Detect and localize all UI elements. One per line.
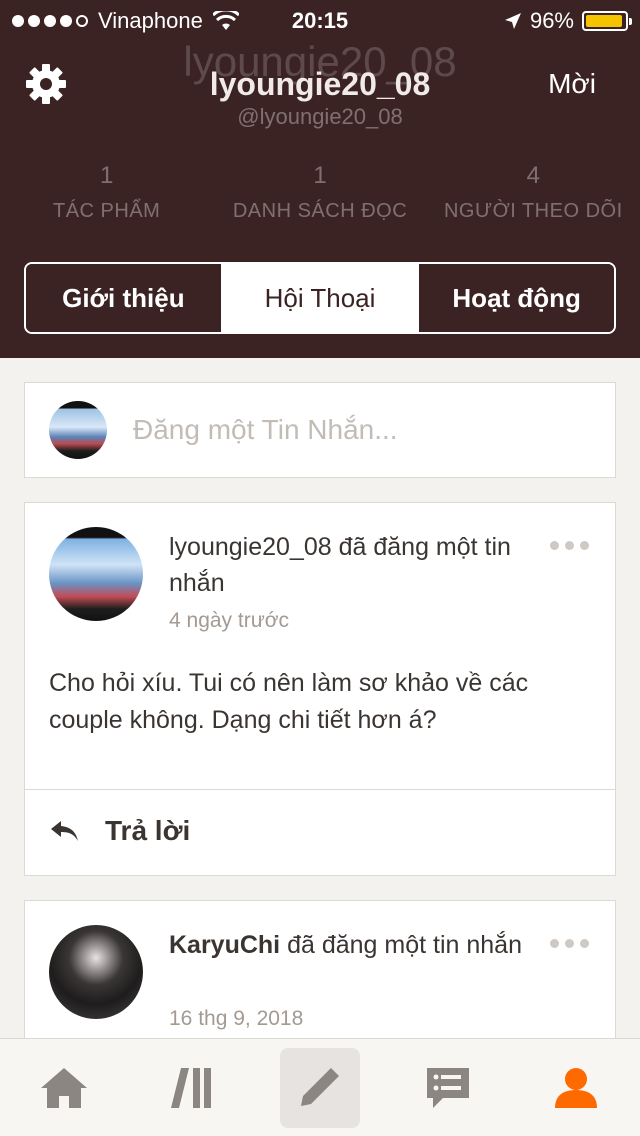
stat-label: DANH SÁCH ĐỌC xyxy=(232,200,408,222)
profile-icon xyxy=(555,1067,597,1108)
nav-profile[interactable] xyxy=(536,1048,616,1128)
profile-username: lyoungie20_08 xyxy=(209,66,431,102)
status-bar: Vinaphone 20:15 96% xyxy=(0,0,640,40)
location-icon xyxy=(504,13,521,29)
compose-box[interactable] xyxy=(24,382,616,478)
more-options-icon[interactable] xyxy=(550,939,589,948)
post-header: KaryuChi đã đăng một tin nhắn xyxy=(169,927,539,963)
post-time: 16 thg 9, 2018 xyxy=(169,1007,304,1030)
message-card: lyoungie20_08 đã đăng một tin nhắn 4 ngà… xyxy=(24,502,616,876)
messages-icon xyxy=(427,1067,469,1108)
profile-stats: 1 TÁC PHẨM 1 DANH SÁCH ĐỌC 4 NGƯỜI THEO … xyxy=(0,162,640,223)
profile-header: Vinaphone 20:15 96% lyoungie20_08 lyoung… xyxy=(0,0,640,358)
profile-tabs: Giới thiệu Hội Thoại Hoạt động xyxy=(24,262,616,334)
profile-handle: @lyoungie20_08 xyxy=(237,104,403,129)
stat-works[interactable]: 1 TÁC PHẨM xyxy=(0,162,213,223)
stat-label: NGƯỜI THEO DÕI xyxy=(443,200,623,222)
post-time: 4 ngày trước xyxy=(169,609,290,632)
home-icon xyxy=(41,1067,87,1108)
stat-value: 1 xyxy=(99,162,114,189)
invite-button[interactable]: Mời xyxy=(548,68,596,100)
write-icon xyxy=(301,1067,339,1106)
tab-about[interactable]: Giới thiệu xyxy=(26,264,221,332)
post-author[interactable]: lyoungie20_08 xyxy=(169,533,332,561)
bottom-nav xyxy=(0,1038,640,1136)
library-icon xyxy=(171,1067,211,1108)
status-right: 96% xyxy=(504,8,632,34)
divider xyxy=(25,789,615,790)
more-options-icon[interactable] xyxy=(550,541,589,550)
battery-icon xyxy=(582,11,632,31)
reply-label: Trả lời xyxy=(105,815,191,846)
stat-followers[interactable]: 4 NGƯỜI THEO DÕI xyxy=(427,162,640,223)
nav-library[interactable] xyxy=(152,1048,232,1128)
tab-activity[interactable]: Hoạt động xyxy=(417,264,614,332)
avatar[interactable] xyxy=(49,527,143,621)
post-author[interactable]: KaryuChi xyxy=(169,931,280,959)
stat-reading-lists[interactable]: 1 DANH SÁCH ĐỌC xyxy=(213,162,426,223)
message-input[interactable] xyxy=(133,414,573,446)
battery-percent: 96% xyxy=(529,8,574,33)
nav-write[interactable] xyxy=(280,1047,360,1128)
stat-label: TÁC PHẨM xyxy=(52,200,161,222)
reply-button[interactable]: Trả lời xyxy=(49,815,190,847)
nav-home[interactable] xyxy=(24,1048,104,1128)
post-action: đã đăng một tin nhắn xyxy=(280,931,522,959)
post-header: lyoungie20_08 đã đăng một tin nhắn xyxy=(169,529,539,601)
avatar[interactable] xyxy=(49,925,143,1019)
tab-conversations[interactable]: Hội Thoại xyxy=(220,264,418,332)
avatar xyxy=(49,401,107,459)
reply-icon xyxy=(51,821,78,841)
stat-value: 1 xyxy=(313,162,327,189)
post-body: Cho hỏi xíu. Tui có nên làm sơ khảo về c… xyxy=(49,669,529,734)
nav-messages[interactable] xyxy=(408,1048,488,1128)
stat-value: 4 xyxy=(526,162,540,189)
